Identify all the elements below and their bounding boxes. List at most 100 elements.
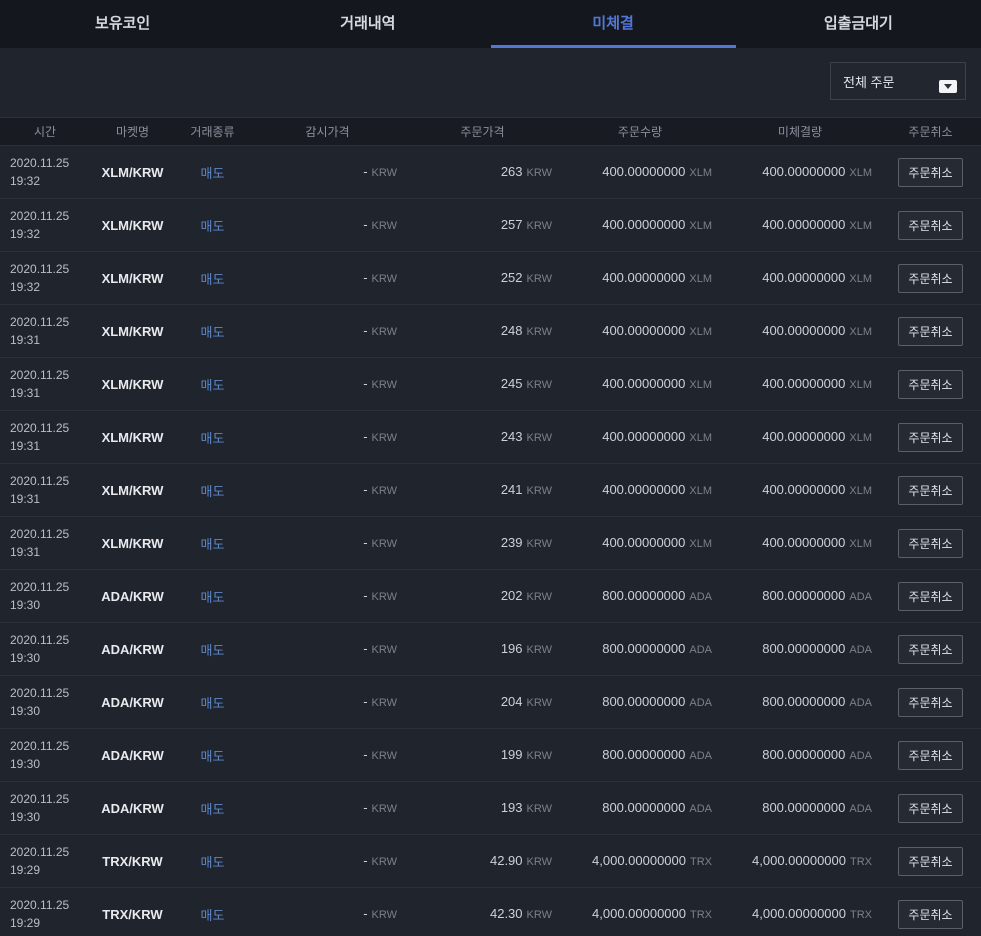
order-side: 매도 xyxy=(200,165,225,181)
order-side: 매도 xyxy=(200,536,225,552)
order-market: XLM/KRW xyxy=(101,482,164,498)
order-market: XLM/KRW xyxy=(101,429,164,445)
order-cancel-cell: 주문취소 xyxy=(880,846,981,876)
tab-label: 보유코인 xyxy=(95,15,151,32)
order-clock: 19:30 xyxy=(10,704,41,718)
order-row: 2020.11.25 19:30 ADA/KRW 매도 - KRW 193 KRW … xyxy=(0,782,981,835)
cancel-order-button[interactable]: 주문취소 xyxy=(898,210,963,240)
order-quantity: 400.00000000 XLM xyxy=(602,482,712,497)
order-time: 2020.11.25 19:31 xyxy=(0,419,90,455)
order-clock: 19:32 xyxy=(10,174,41,188)
order-side: 매도 xyxy=(200,324,225,340)
order-price: 243 KRW xyxy=(500,429,552,444)
order-side: 매도 xyxy=(200,271,225,287)
cancel-order-button[interactable]: 주문취소 xyxy=(898,899,963,929)
cancel-order-button[interactable]: 주문취소 xyxy=(898,846,963,876)
order-market: TRX/KRW xyxy=(102,906,163,922)
order-side: 매도 xyxy=(200,907,225,923)
order-unfilled: 400.00000000 XLM xyxy=(762,323,872,338)
order-market: XLM/KRW xyxy=(101,217,164,233)
order-market: XLM/KRW xyxy=(101,376,164,392)
cancel-order-button[interactable]: 주문취소 xyxy=(898,528,963,558)
column-header: 주문취소 xyxy=(908,125,953,139)
order-cancel-cell: 주문취소 xyxy=(880,210,981,240)
order-quantity: 800.00000000 ADA xyxy=(602,800,712,815)
cancel-order-button[interactable]: 주문취소 xyxy=(898,687,963,717)
order-price: 248 KRW xyxy=(500,323,552,338)
order-side: 매도 xyxy=(200,430,225,446)
tab-거래내역[interactable]: 거래내역 xyxy=(245,0,490,48)
cancel-order-button[interactable]: 주문취소 xyxy=(898,793,963,823)
order-row: 2020.11.25 19:30 ADA/KRW 매도 - KRW 204 KRW … xyxy=(0,676,981,729)
order-unfilled: 400.00000000 XLM xyxy=(762,164,872,179)
order-cancel-cell: 주문취소 xyxy=(880,899,981,929)
order-side: 매도 xyxy=(200,377,225,393)
tab-미체결[interactable]: 미체결 xyxy=(490,0,736,48)
order-market: ADA/KRW xyxy=(101,641,164,657)
order-side: 매도 xyxy=(200,695,225,711)
cancel-order-button[interactable]: 주문취소 xyxy=(898,316,963,346)
order-market: XLM/KRW xyxy=(101,323,164,339)
order-unfilled: 800.00000000 ADA xyxy=(762,800,872,815)
order-clock: 19:30 xyxy=(10,651,41,665)
order-watch-price: - KRW xyxy=(363,588,397,603)
order-unfilled: 800.00000000 ADA xyxy=(762,588,872,603)
order-date: 2020.11.25 xyxy=(10,262,70,276)
tab-입출금대기[interactable]: 입출금대기 xyxy=(736,0,981,48)
cancel-order-button[interactable]: 주문취소 xyxy=(898,369,963,399)
order-watch-price: - KRW xyxy=(363,376,397,391)
order-watch-price: - KRW xyxy=(363,217,397,232)
order-cancel-cell: 주문취소 xyxy=(880,475,981,505)
order-price: 42.30 KRW xyxy=(489,906,552,921)
order-watch-price: - KRW xyxy=(363,270,397,285)
open-orders-page: 보유코인 거래내역 미체결 입출금대기 전체 주문 시간 마켓명 거래종류 감시가격 주… xyxy=(0,0,981,936)
order-filter-select[interactable]: 전체 주문 xyxy=(830,62,966,100)
cancel-order-button[interactable]: 주문취소 xyxy=(898,422,963,452)
order-cancel-cell: 주문취소 xyxy=(880,157,981,187)
order-date: 2020.11.25 xyxy=(10,845,70,859)
order-unfilled: 400.00000000 XLM xyxy=(762,270,872,285)
order-market: XLM/KRW xyxy=(101,270,164,286)
cancel-order-button[interactable]: 주문취소 xyxy=(898,634,963,664)
order-time: 2020.11.25 19:32 xyxy=(0,207,90,243)
order-price: 202 KRW xyxy=(500,588,552,603)
tab-label: 거래내역 xyxy=(340,15,396,32)
order-unfilled: 400.00000000 XLM xyxy=(762,535,872,550)
order-price: 252 KRW xyxy=(500,270,552,285)
order-row: 2020.11.25 19:31 XLM/KRW 매도 - KRW 248 KRW … xyxy=(0,305,981,358)
tab-label: 미체결 xyxy=(592,15,634,32)
tab-보유코인[interactable]: 보유코인 xyxy=(0,0,245,48)
cancel-order-button[interactable]: 주문취소 xyxy=(898,157,963,187)
order-time: 2020.11.25 19:31 xyxy=(0,313,90,349)
order-time: 2020.11.25 19:31 xyxy=(0,472,90,508)
order-market: TRX/KRW xyxy=(102,853,163,869)
order-row: 2020.11.25 19:31 XLM/KRW 매도 - KRW 241 KRW … xyxy=(0,464,981,517)
orders-table: 2020.11.25 19:32 XLM/KRW 매도 - KRW 263 KRW … xyxy=(0,146,981,936)
order-date: 2020.11.25 xyxy=(10,686,70,700)
order-clock: 19:31 xyxy=(10,545,41,559)
column-header: 마켓명 xyxy=(115,125,150,139)
cancel-order-button[interactable]: 주문취소 xyxy=(898,263,963,293)
cancel-order-button[interactable]: 주문취소 xyxy=(898,475,963,505)
order-time: 2020.11.25 19:30 xyxy=(0,631,90,667)
order-side: 매도 xyxy=(200,483,225,499)
order-clock: 19:31 xyxy=(10,386,41,400)
order-watch-price: - KRW xyxy=(363,694,397,709)
order-cancel-cell: 주문취소 xyxy=(880,740,981,770)
order-market: ADA/KRW xyxy=(101,588,164,604)
cancel-order-button[interactable]: 주문취소 xyxy=(898,740,963,770)
order-quantity: 4,000.00000000 TRX xyxy=(592,853,712,868)
order-quantity: 800.00000000 ADA xyxy=(602,747,712,762)
order-row: 2020.11.25 19:32 XLM/KRW 매도 - KRW 263 KRW … xyxy=(0,146,981,199)
order-quantity: 400.00000000 XLM xyxy=(602,376,712,391)
filter-bar: 전체 주문 xyxy=(0,48,981,117)
column-header: 주문가격 xyxy=(460,125,505,139)
order-market: ADA/KRW xyxy=(101,800,164,816)
order-quantity: 800.00000000 ADA xyxy=(602,588,712,603)
cancel-order-button[interactable]: 주문취소 xyxy=(898,581,963,611)
order-watch-price: - KRW xyxy=(363,323,397,338)
order-cancel-cell: 주문취소 xyxy=(880,263,981,293)
order-side: 매도 xyxy=(200,642,225,658)
order-quantity: 400.00000000 XLM xyxy=(602,164,712,179)
order-unfilled: 400.00000000 XLM xyxy=(762,482,872,497)
